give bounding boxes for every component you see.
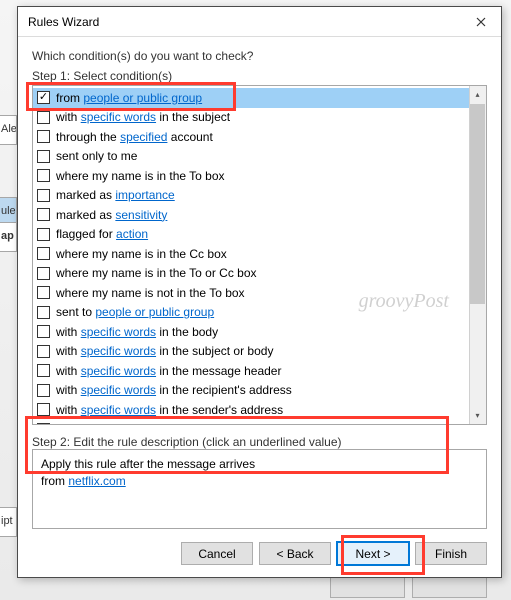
- checkbox[interactable]: [37, 423, 50, 425]
- condition-text: with specific words in the body: [56, 325, 218, 339]
- checkbox[interactable]: [37, 364, 50, 377]
- description-line1: Apply this rule after the message arrive…: [41, 456, 478, 473]
- close-icon: [476, 17, 486, 27]
- checkbox[interactable]: [37, 345, 50, 358]
- checkbox[interactable]: [37, 169, 50, 182]
- scroll-thumb[interactable]: [470, 104, 485, 304]
- finish-button[interactable]: Finish: [415, 542, 487, 565]
- condition-link[interactable]: specific words: [81, 403, 156, 417]
- condition-item[interactable]: with specific words in the sender's addr…: [33, 400, 469, 420]
- condition-link[interactable]: specific words: [81, 344, 156, 358]
- condition-link[interactable]: specific words: [81, 325, 156, 339]
- checkbox[interactable]: [37, 111, 50, 124]
- next-button[interactable]: Next >: [337, 542, 409, 565]
- backdrop-button-1[interactable]: [330, 576, 405, 598]
- description-line2: from netflix.com: [41, 473, 478, 490]
- condition-text: where my name is in the To box: [56, 169, 225, 183]
- step1-label: Step 1: Select condition(s): [32, 69, 487, 83]
- condition-text: with specific words in the subject or bo…: [56, 344, 273, 358]
- condition-item[interactable]: sent to people or public group: [33, 303, 469, 323]
- titlebar: Rules Wizard: [18, 7, 501, 37]
- condition-text: sent to people or public group: [56, 305, 214, 319]
- condition-item[interactable]: with specific words in the message heade…: [33, 361, 469, 381]
- condition-item[interactable]: with specific words in the body: [33, 322, 469, 342]
- condition-item[interactable]: where my name is in the Cc box: [33, 244, 469, 264]
- condition-link[interactable]: people or public group: [83, 91, 202, 105]
- dialog-title: Rules Wizard: [28, 15, 461, 29]
- condition-link[interactable]: category: [121, 422, 167, 425]
- condition-item[interactable]: with specific words in the recipient's a…: [33, 381, 469, 401]
- condition-text: with specific words in the recipient's a…: [56, 383, 292, 397]
- condition-item[interactable]: where my name is not in the To box: [33, 283, 469, 303]
- back-label-ale: Ale: [0, 123, 16, 135]
- condition-text: with specific words in the subject: [56, 110, 230, 124]
- condition-item[interactable]: marked as sensitivity: [33, 205, 469, 225]
- condition-item[interactable]: through the specified account: [33, 127, 469, 147]
- condition-text: where my name is not in the To box: [56, 286, 245, 300]
- cancel-button[interactable]: Cancel: [181, 542, 253, 565]
- dialog-content: Which condition(s) do you want to check?…: [18, 37, 501, 577]
- checkbox[interactable]: [37, 306, 50, 319]
- checkbox[interactable]: [37, 384, 50, 397]
- condition-link[interactable]: action: [116, 227, 148, 241]
- checkbox[interactable]: [37, 267, 50, 280]
- condition-text: where my name is in the To or Cc box: [56, 266, 257, 280]
- scroll-down-icon[interactable]: ▾: [469, 407, 486, 424]
- back-label-ipt: ipt: [0, 515, 16, 527]
- back-label-ap: ap: [0, 230, 16, 242]
- backdrop-button-2[interactable]: [412, 576, 487, 598]
- condition-text: sent only to me: [56, 149, 137, 163]
- condition-text: assigned to category category: [56, 422, 216, 425]
- condition-item[interactable]: flagged for action: [33, 225, 469, 245]
- condition-item[interactable]: ✓ from people or public group: [33, 88, 469, 108]
- checkbox[interactable]: [37, 130, 50, 143]
- condition-item[interactable]: where my name is in the To box: [33, 166, 469, 186]
- conditions-listbox[interactable]: ✓ from people or public group with specifi…: [32, 85, 487, 425]
- checkbox[interactable]: [37, 403, 50, 416]
- condition-text: flagged for action: [56, 227, 148, 241]
- description-link-from[interactable]: netflix.com: [68, 474, 125, 488]
- condition-item[interactable]: where my name is in the To or Cc box: [33, 264, 469, 284]
- scrollbar[interactable]: ▴ ▾: [469, 86, 486, 424]
- checkbox[interactable]: [37, 228, 50, 241]
- condition-link[interactable]: people or public group: [95, 305, 214, 319]
- condition-item[interactable]: sent only to me: [33, 147, 469, 167]
- condition-text: through the specified account: [56, 130, 213, 144]
- checkbox[interactable]: [37, 325, 50, 338]
- checkbox[interactable]: [37, 286, 50, 299]
- condition-item[interactable]: assigned to category category: [33, 420, 469, 426]
- checkbox[interactable]: ✓: [37, 91, 50, 104]
- step2-label: Step 2: Edit the rule description (click…: [32, 435, 487, 449]
- close-button[interactable]: [461, 7, 501, 37]
- condition-text: with specific words in the message heade…: [56, 364, 281, 378]
- condition-text: from people or public group: [56, 91, 202, 105]
- back-label-ule: ule: [0, 205, 16, 217]
- scroll-up-icon[interactable]: ▴: [469, 86, 486, 103]
- condition-item[interactable]: with specific words in the subject: [33, 108, 469, 128]
- condition-item[interactable]: marked as importance: [33, 186, 469, 206]
- condition-link[interactable]: sensitivity: [115, 208, 167, 222]
- condition-text: with specific words in the sender's addr…: [56, 403, 283, 417]
- condition-link[interactable]: specific words: [81, 364, 156, 378]
- back-button[interactable]: < Back: [259, 542, 331, 565]
- checkbox[interactable]: [37, 150, 50, 163]
- condition-link[interactable]: specific words: [81, 383, 156, 397]
- condition-link[interactable]: importance: [115, 188, 174, 202]
- condition-item[interactable]: with specific words in the subject or bo…: [33, 342, 469, 362]
- button-bar: Cancel < Back Next > Finish: [32, 530, 487, 577]
- checkbox[interactable]: [37, 208, 50, 221]
- condition-text: marked as importance: [56, 188, 175, 202]
- prompt-text: Which condition(s) do you want to check?: [32, 49, 487, 63]
- checkbox[interactable]: [37, 247, 50, 260]
- condition-text: marked as sensitivity: [56, 208, 167, 222]
- condition-link[interactable]: specified: [120, 130, 167, 144]
- condition-text: where my name is in the Cc box: [56, 247, 227, 261]
- description-box: Apply this rule after the message arrive…: [32, 449, 487, 529]
- checkbox[interactable]: [37, 189, 50, 202]
- condition-link[interactable]: specific words: [81, 110, 156, 124]
- rules-wizard-dialog: Rules Wizard Which condition(s) do you w…: [17, 6, 502, 578]
